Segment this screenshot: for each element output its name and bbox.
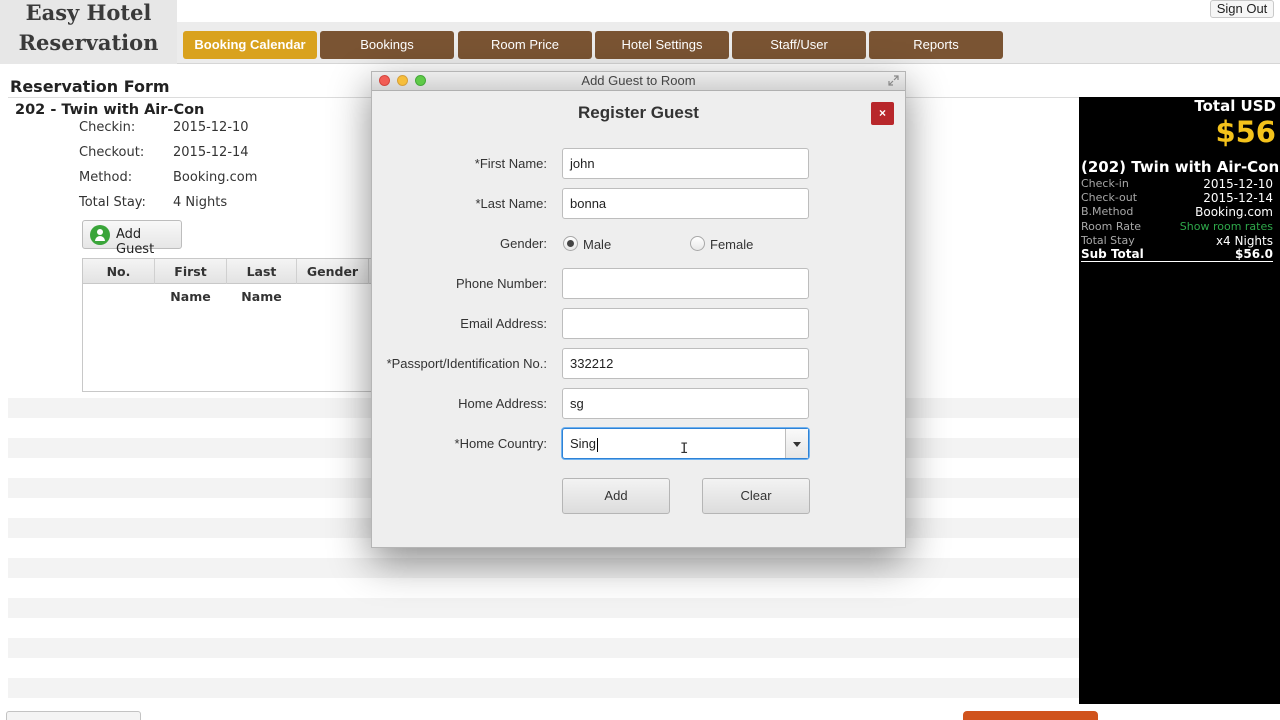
booking-summary-panel: Total USD $56 (202) Twin with Air-Con Ch… (1079, 97, 1280, 704)
tab-booking-calendar[interactable]: Booking Calendar (183, 31, 317, 59)
window-title: Add Guest to Room (581, 73, 696, 88)
checkout-value: 2015-12-14 (173, 145, 249, 160)
first-name-label: *First Name: (474, 156, 547, 171)
clear-button[interactable]: Clear (702, 478, 810, 514)
add-guest-dialog: Add Guest to Room Register Guest × *Firs… (371, 71, 906, 548)
summary-total-stay-value: x4 Nights (1215, 234, 1273, 248)
phone-label: Phone Number: (455, 276, 547, 291)
summary-checkin-label: Check-in (1081, 177, 1129, 190)
summary-checkout-value: 2015-12-14 (1203, 191, 1273, 205)
column-header-no[interactable]: No. (83, 259, 155, 284)
first-name-input[interactable]: john (562, 148, 809, 179)
last-name-label: *Last Name: (475, 196, 547, 211)
total-usd-label: Total USD (1194, 97, 1276, 115)
tab-reports[interactable]: Reports (869, 31, 1003, 59)
column-header-first-name[interactable]: First Name (155, 259, 227, 304)
total-stay-value: 4 Nights (173, 195, 228, 210)
reservation-form-title: Reservation Form (10, 77, 170, 96)
tab-staff-user[interactable]: Staff/User (732, 31, 866, 59)
guest-table[interactable]: No. First Name Last Name Gender (82, 258, 372, 392)
checkout-label: Checkout: (79, 145, 145, 160)
subtotal-value: $56.0 (1235, 247, 1273, 261)
column-header-last-name[interactable]: Last Name (227, 259, 297, 304)
passport-label: *Passport/Identification No.: (386, 356, 547, 371)
add-guest-label: Add Guest (116, 227, 155, 257)
email-input[interactable] (562, 308, 809, 339)
phone-input[interactable] (562, 268, 809, 299)
home-country-text: Sing (570, 436, 597, 451)
add-button[interactable]: Add (562, 478, 670, 514)
dialog-close-button[interactable]: × (871, 102, 894, 125)
bottom-left-button[interactable] (6, 711, 141, 720)
summary-checkout-label: Check-out (1081, 191, 1138, 204)
logo-line-1: Easy Hotel (25, 0, 152, 25)
subtotal-label: Sub Total (1081, 247, 1144, 261)
total-stay-label: Total Stay: (79, 195, 146, 210)
logo-line-2: Reservation (18, 30, 159, 55)
guest-table-header: No. First Name Last Name Gender (83, 259, 371, 304)
home-address-input[interactable]: sg (562, 388, 809, 419)
dialog-titlebar[interactable]: Add Guest to Room (372, 72, 905, 91)
summary-method-value: Booking.com (1195, 205, 1273, 219)
tab-bookings[interactable]: Bookings (320, 31, 454, 59)
chevron-down-icon[interactable] (785, 429, 808, 458)
gender-label: Gender: (500, 236, 547, 251)
summary-total-stay-label: Total Stay (1081, 234, 1135, 247)
sign-out-button[interactable]: Sign Out (1210, 0, 1274, 18)
gender-male-radio[interactable] (563, 236, 578, 251)
show-room-rates-link[interactable]: Show room rates (1180, 220, 1273, 233)
summary-checkin-value: 2015-12-10 (1203, 177, 1273, 191)
gender-female-radio[interactable] (690, 236, 705, 251)
checkin-value: 2015-12-10 (173, 120, 249, 135)
summary-room-rate-label: Room Rate (1081, 220, 1142, 233)
app-logo: Easy Hotel Reservation (0, 0, 177, 64)
add-guest-button[interactable]: Add Guest (82, 220, 182, 257)
passport-input[interactable]: 332212 (562, 348, 809, 379)
last-name-input[interactable]: bonna (562, 188, 809, 219)
summary-room-name: (202) Twin with Air-Con (1081, 158, 1280, 176)
gender-male-label[interactable]: Male (583, 237, 611, 252)
tab-hotel-settings[interactable]: Hotel Settings (595, 31, 729, 59)
column-header-gender[interactable]: Gender (297, 259, 369, 284)
total-amount: $56 (1215, 115, 1276, 149)
bottom-right-button[interactable] (963, 711, 1098, 720)
subtotal-row: Sub Total $56.0 (1081, 247, 1273, 262)
room-name: 202 - Twin with Air-Con (15, 102, 205, 118)
text-caret (597, 437, 599, 452)
email-label: Email Address: (460, 316, 547, 331)
checkin-label: Checkin: (79, 120, 136, 135)
gender-female-label[interactable]: Female (710, 237, 753, 252)
fullscreen-icon[interactable] (887, 74, 900, 87)
tab-room-price[interactable]: Room Price (458, 31, 592, 59)
home-country-label: *Home Country: (454, 436, 547, 451)
method-value: Booking.com (173, 170, 258, 185)
text-cursor-icon: I (680, 441, 689, 457)
home-address-label: Home Address: (458, 396, 547, 411)
method-label: Method: (79, 170, 133, 185)
top-bar (177, 0, 1280, 22)
dialog-title: Register Guest (578, 103, 699, 122)
add-user-icon (90, 225, 110, 245)
summary-method-label: B.Method (1081, 205, 1134, 218)
